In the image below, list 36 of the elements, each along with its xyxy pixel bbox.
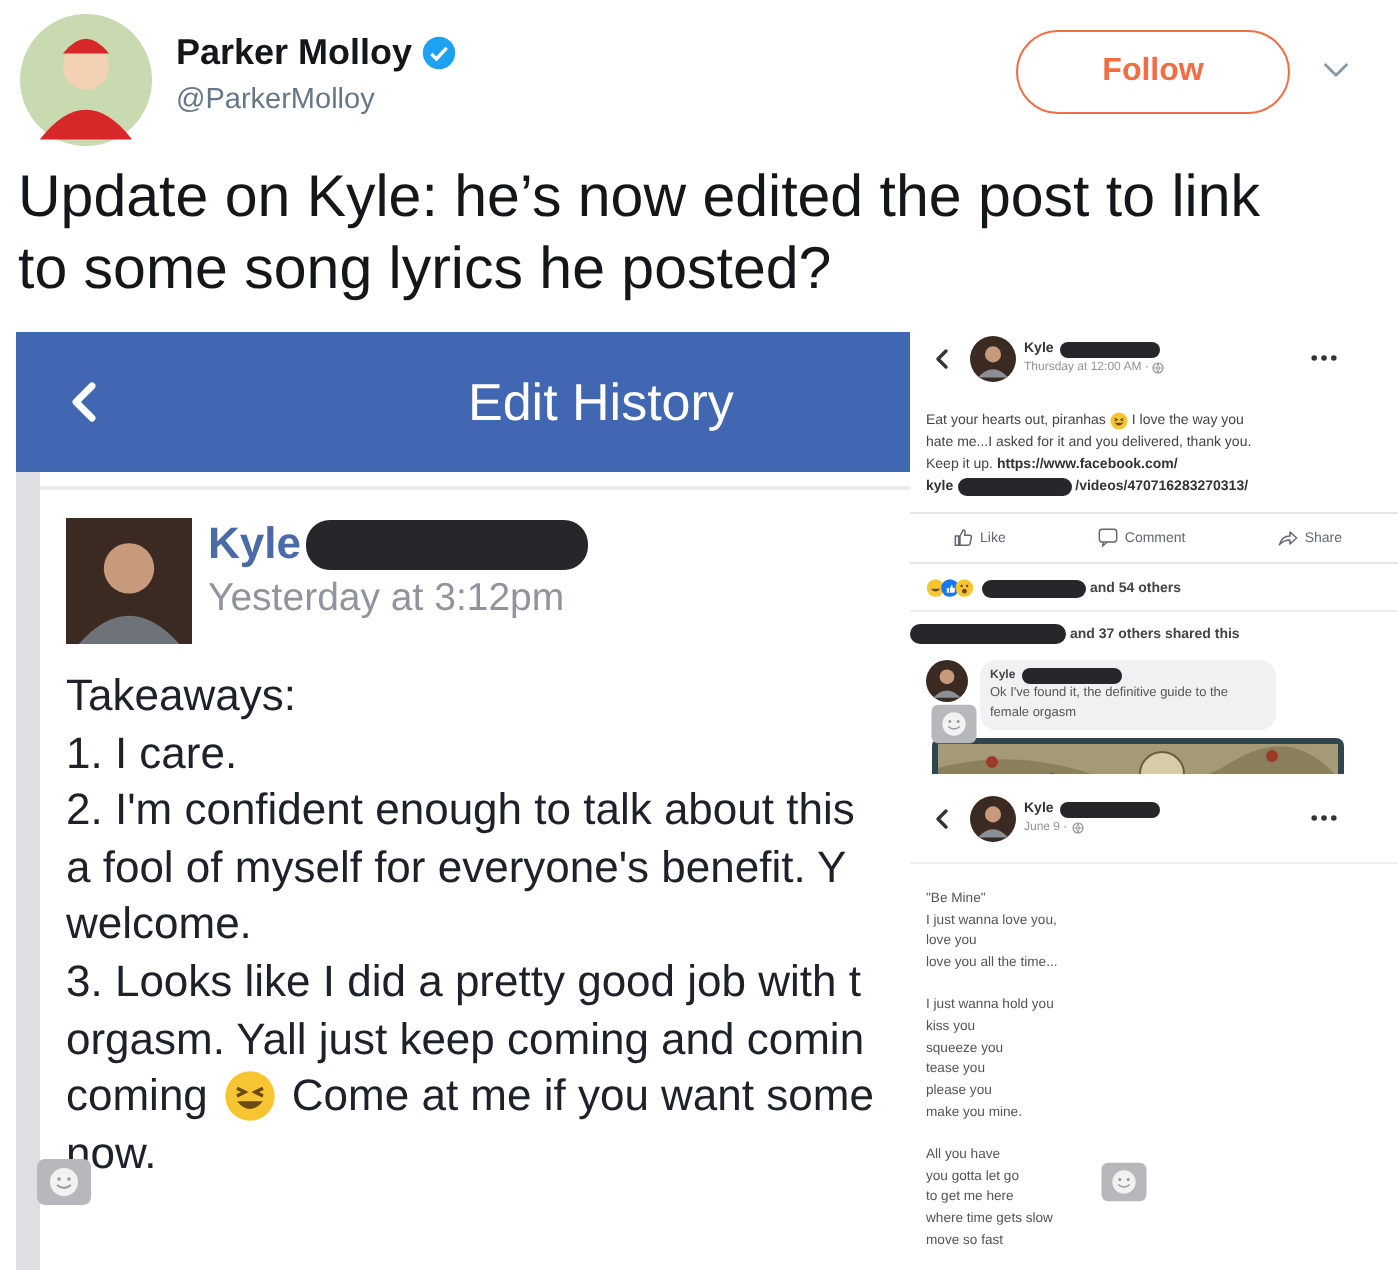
post-text: 1. I care. [66,725,238,782]
globe-icon [1071,822,1084,834]
thumbs-up-icon [954,528,974,548]
user-name[interactable]: Parker Molloy [176,32,413,74]
more-options-icon[interactable] [1310,352,1338,364]
screen-title: Edit History [468,371,734,433]
redaction-bar [957,478,1072,496]
author-name[interactable]: Kyle [208,518,301,570]
post-text: coming [66,1068,208,1125]
back-icon[interactable] [68,380,100,424]
post-text: 3. Looks like I did a pretty good job with t [66,953,861,1010]
back-icon[interactable] [934,807,950,829]
post-text: orgasm. Yall just keep coming and comin [66,1011,865,1068]
tweet-text: Update on Kyle: he’s now edited the post to link to some song lyrics he posted? [16,162,1262,306]
post-text: 2. I'm confident enough to talk about this [66,782,855,839]
share-arrow-icon [1278,528,1299,548]
redaction-bar [982,579,1086,597]
post-text: Come at me if you want some [291,1068,874,1125]
more-options-icon[interactable] [1310,812,1338,824]
avatar [20,14,152,146]
globe-icon [1152,362,1165,374]
avatar [926,660,968,702]
post-text: a fool of myself for everyone's benefit. Y [66,839,847,896]
post-text: welcome. [66,896,252,953]
back-icon[interactable] [934,347,950,369]
laughing-emoji-icon [223,1070,276,1123]
user-handle[interactable]: @ParkerMolloy [176,84,375,116]
post-text: Takeaways: [66,668,296,724]
avatar [970,795,1016,841]
laughing-emoji-icon [1109,412,1128,430]
reaction-icons-drawing [926,578,974,598]
avatar [66,518,192,644]
avatar [970,335,1016,381]
post-time: Yesterday at 3:12pm [208,576,567,622]
smiley-button-icon[interactable] [930,704,978,744]
speech-bubble-icon [1098,528,1119,548]
